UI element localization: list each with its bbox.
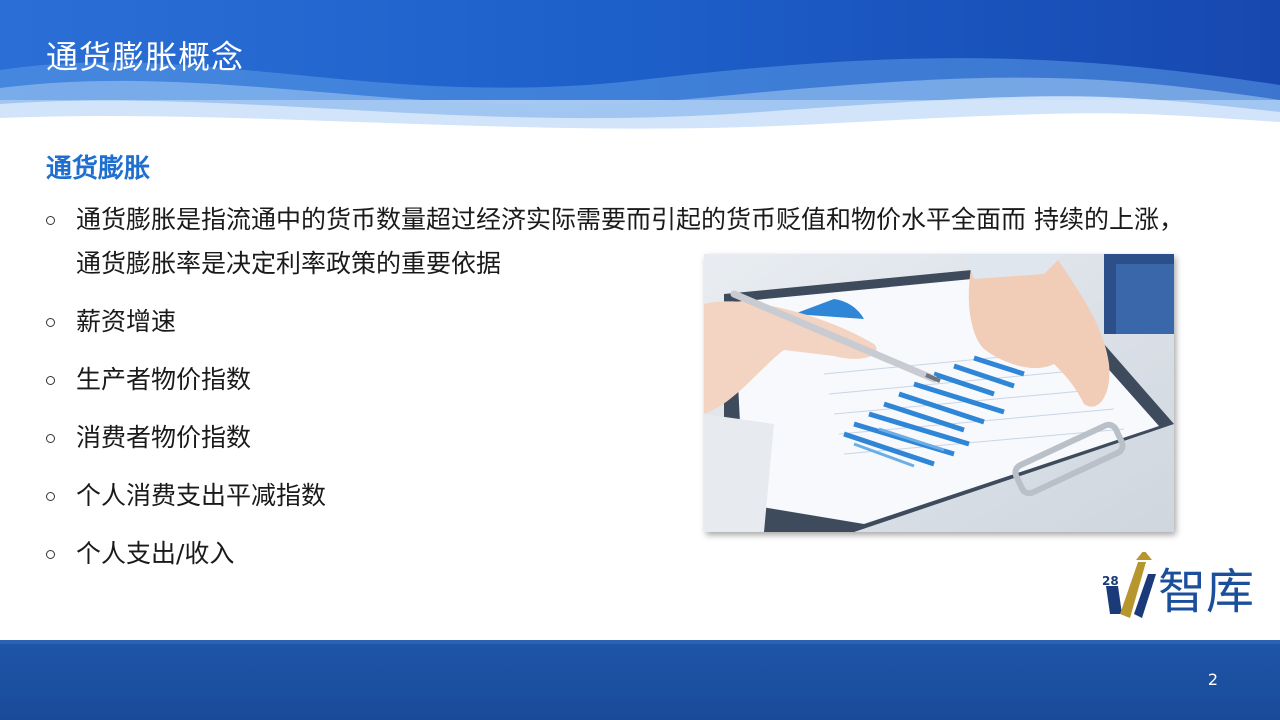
bullet-circle-icon xyxy=(46,434,55,443)
hands-on-chart-illustration xyxy=(704,254,1174,532)
bullet-circle-icon xyxy=(46,550,55,559)
zhiku-logo: 28 智库 xyxy=(1098,552,1254,624)
logo-number: 28 xyxy=(1102,574,1119,588)
bullet-circle-icon xyxy=(46,492,55,501)
logo-text: 智库 xyxy=(1158,564,1255,620)
footer-stripe xyxy=(0,640,1280,644)
logo-mark-icon xyxy=(1106,552,1156,618)
business-chart-photo xyxy=(704,254,1174,532)
section-title: 通货膨胀 xyxy=(46,154,151,184)
bullet-text: 薪资增速 xyxy=(76,307,177,336)
bullet-circle-icon xyxy=(46,376,55,385)
bullet-circle-icon xyxy=(46,216,55,225)
page-number: 2 xyxy=(1207,670,1218,689)
bullet-text: 个人支出/收入 xyxy=(76,539,235,568)
bullet-circle-icon xyxy=(46,318,55,327)
bullet-text: 消费者物价指数 xyxy=(76,423,252,452)
bullet-text: 个人消费支出平减指数 xyxy=(76,481,327,510)
header-banner: 通货膨胀概念 xyxy=(0,0,1280,140)
slide-title: 通货膨胀概念 xyxy=(46,38,245,76)
bullet-item: 个人支出/收入 xyxy=(46,532,1206,576)
bullet-text: 生产者物价指数 xyxy=(76,365,252,394)
footer-bar: 2 xyxy=(0,640,1280,720)
